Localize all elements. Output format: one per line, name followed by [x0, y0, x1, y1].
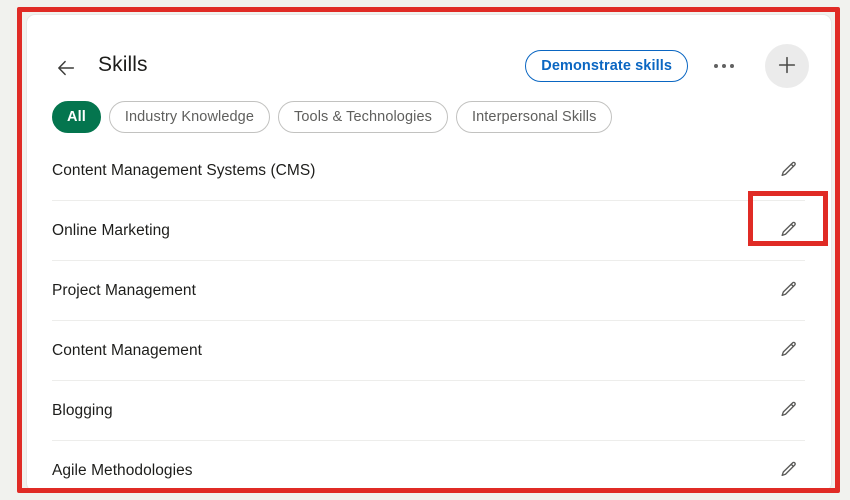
- card-header: Skills Demonstrate skills: [27, 15, 831, 91]
- plus-icon: [776, 54, 798, 79]
- skill-name: Project Management: [52, 282, 196, 300]
- ellipsis-icon-dot: [730, 64, 734, 68]
- edit-skill-button[interactable]: [771, 274, 805, 308]
- skills-list: Content Management Systems (CMS) Online …: [27, 141, 831, 492]
- pencil-icon: [779, 220, 798, 242]
- edit-skill-button[interactable]: [771, 334, 805, 368]
- skill-row[interactable]: Content Management: [52, 321, 805, 381]
- skill-name: Agile Methodologies: [52, 462, 193, 480]
- skill-row[interactable]: Online Marketing: [52, 201, 805, 261]
- skill-name: Content Management Systems (CMS): [52, 162, 315, 180]
- skills-card: Skills Demonstrate skills All Industry K…: [26, 14, 832, 492]
- skill-row[interactable]: Blogging: [52, 381, 805, 441]
- pencil-icon: [779, 340, 798, 362]
- pencil-icon: [779, 460, 798, 482]
- edit-skill-button[interactable]: [771, 454, 805, 488]
- demonstrate-skills-button[interactable]: Demonstrate skills: [525, 50, 688, 82]
- filter-chip-all[interactable]: All: [52, 101, 101, 133]
- filter-chips: All Industry Knowledge Tools & Technolog…: [52, 101, 612, 133]
- pencil-icon: [779, 400, 798, 422]
- skill-row[interactable]: Content Management Systems (CMS): [52, 141, 805, 201]
- page-title: Skills: [98, 53, 148, 77]
- filter-chip-tools-technologies[interactable]: Tools & Technologies: [278, 101, 448, 133]
- ellipsis-icon-dot: [722, 64, 726, 68]
- skill-row[interactable]: Project Management: [52, 261, 805, 321]
- add-skill-button[interactable]: [765, 44, 809, 88]
- filter-chip-industry-knowledge[interactable]: Industry Knowledge: [109, 101, 270, 133]
- skill-name: Online Marketing: [52, 222, 170, 240]
- overflow-menu-button[interactable]: [708, 53, 740, 79]
- back-button[interactable]: [49, 52, 83, 86]
- skill-row[interactable]: Agile Methodologies: [52, 441, 805, 492]
- edit-skill-button[interactable]: [771, 154, 805, 188]
- skill-name: Content Management: [52, 342, 202, 360]
- filter-chip-interpersonal-skills[interactable]: Interpersonal Skills: [456, 101, 613, 133]
- skill-name: Blogging: [52, 402, 113, 420]
- arrow-left-icon: [55, 57, 77, 82]
- ellipsis-icon-dot: [714, 64, 718, 68]
- pencil-icon: [779, 160, 798, 182]
- edit-skill-button[interactable]: [771, 394, 805, 428]
- edit-skill-button-online-marketing[interactable]: [771, 214, 805, 248]
- pencil-icon: [779, 280, 798, 302]
